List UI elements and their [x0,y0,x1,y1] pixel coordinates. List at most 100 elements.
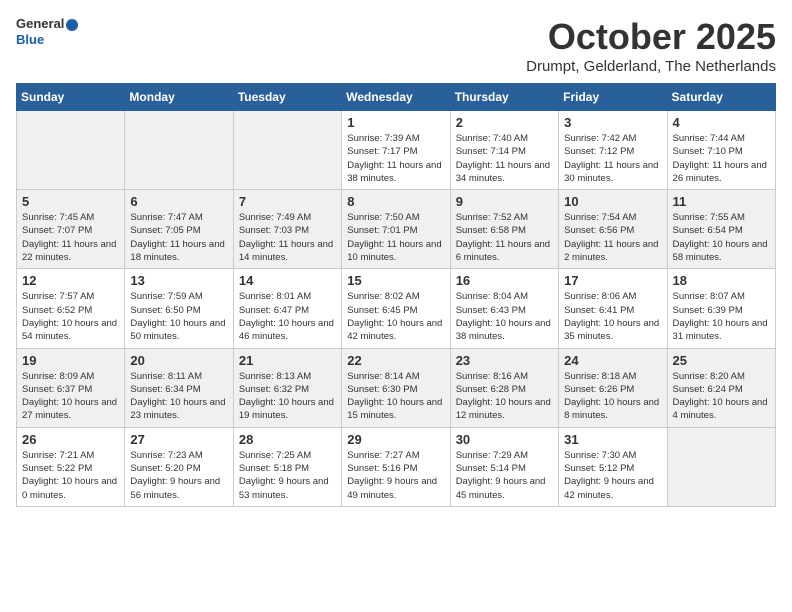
calendar-cell: 17Sunrise: 8:06 AM Sunset: 6:41 PM Dayli… [559,269,667,348]
day-of-week-header: Monday [125,84,233,111]
day-of-week-header: Sunday [17,84,125,111]
calendar-cell: 12 Sunrise: 7:57 AM Sunset: 6:52 PM Dayli… [17,269,125,348]
day-info: Sunrise: 7:42 AM Sunset: 7:12 PM Dayligh… [564,132,661,185]
day-number: 9 [456,194,553,209]
day-info: Sunrise: 8:07 AM Sunset: 6:39 PM Dayligh… [673,290,770,343]
logo-blue-text: Blue [16,32,78,48]
day-number: 24 [564,353,661,368]
day-number: 17 [564,273,661,288]
day-of-week-header: Thursday [450,84,558,111]
day-number: 28 [239,432,336,447]
calendar-cell: 26Sunrise: 7:21 AM Sunset: 5:22 PM Dayli… [17,427,125,506]
day-number: 3 [564,115,661,130]
day-info: Sunrise: 7:27 AM Sunset: 5:16 PM Dayligh… [347,449,444,502]
calendar-cell: 16Sunrise: 8:04 AM Sunset: 6:43 PM Dayli… [450,269,558,348]
logo-icon [66,19,78,31]
day-info: Sunrise: 7:50 AM Sunset: 7:01 PM Dayligh… [347,211,444,264]
day-number: 1 [347,115,444,130]
calendar-cell: 21 Sunrise: 8:13 AM Sunset: 6:32 PM Dayli… [233,348,341,427]
day-number: 12 [22,273,119,288]
day-info: Sunrise: 8:13 AM Sunset: 6:32 PM Dayligh… [239,370,336,423]
logo: General Blue [16,16,78,47]
calendar-cell: 14Sunrise: 8:01 AM Sunset: 6:47 PM Dayli… [233,269,341,348]
calendar-cell: 24 Sunrise: 8:18 AM Sunset: 6:26 PM Dayli… [559,348,667,427]
header-row: SundayMondayTuesdayWednesdayThursdayFrid… [17,84,776,111]
calendar-cell: 9 Sunrise: 7:52 AM Sunset: 6:58 PM Daylig… [450,190,558,269]
day-number: 18 [673,273,770,288]
day-number: 6 [130,194,227,209]
calendar-cell: 13 Sunrise: 7:59 AM Sunset: 6:50 PM Dayli… [125,269,233,348]
day-info: Sunrise: 7:52 AM Sunset: 6:58 PM Dayligh… [456,211,553,264]
calendar-cell: 19 Sunrise: 8:09 AM Sunset: 6:37 PM Dayli… [17,348,125,427]
day-number: 29 [347,432,444,447]
calendar-cell [17,111,125,190]
calendar-cell: 27Sunrise: 7:23 AM Sunset: 5:20 PM Dayli… [125,427,233,506]
calendar-cell: 5 Sunrise: 7:45 AM Sunset: 7:07 PM Daylig… [17,190,125,269]
day-number: 2 [456,115,553,130]
day-of-week-header: Tuesday [233,84,341,111]
day-number: 5 [22,194,119,209]
day-info: Sunrise: 8:04 AM Sunset: 6:43 PM Dayligh… [456,290,553,343]
day-number: 26 [22,432,119,447]
calendar-week-row: 26Sunrise: 7:21 AM Sunset: 5:22 PM Dayli… [17,427,776,506]
day-number: 8 [347,194,444,209]
day-info: Sunrise: 8:02 AM Sunset: 6:45 PM Dayligh… [347,290,444,343]
calendar-body: 1 Sunrise: 7:39 AM Sunset: 7:17 PM Daylig… [17,111,776,507]
day-number: 25 [673,353,770,368]
day-info: Sunrise: 7:30 AM Sunset: 5:12 PM Dayligh… [564,449,661,502]
day-info: Sunrise: 7:47 AM Sunset: 7:05 PM Dayligh… [130,211,227,264]
day-number: 30 [456,432,553,447]
day-info: Sunrise: 7:39 AM Sunset: 7:17 PM Dayligh… [347,132,444,185]
day-number: 4 [673,115,770,130]
day-number: 21 [239,353,336,368]
day-of-week-header: Saturday [667,84,775,111]
calendar-week-row: 19 Sunrise: 8:09 AM Sunset: 6:37 PM Dayli… [17,348,776,427]
calendar-table: SundayMondayTuesdayWednesdayThursdayFrid… [16,83,776,507]
day-info: Sunrise: 8:01 AM Sunset: 6:47 PM Dayligh… [239,290,336,343]
day-info: Sunrise: 7:25 AM Sunset: 5:18 PM Dayligh… [239,449,336,502]
calendar-cell: 3 Sunrise: 7:42 AM Sunset: 7:12 PM Daylig… [559,111,667,190]
calendar-cell: 4Sunrise: 7:44 AM Sunset: 7:10 PM Daylig… [667,111,775,190]
logo-top: General [16,16,78,32]
day-number: 27 [130,432,227,447]
calendar-cell: 7 Sunrise: 7:49 AM Sunset: 7:03 PM Daylig… [233,190,341,269]
day-of-week-header: Wednesday [342,84,450,111]
calendar-week-row: 12 Sunrise: 7:57 AM Sunset: 6:52 PM Dayli… [17,269,776,348]
month-title: October 2025 [526,16,776,58]
day-info: Sunrise: 7:59 AM Sunset: 6:50 PM Dayligh… [130,290,227,343]
title-area: October 2025 Drumpt, Gelderland, The Net… [526,16,776,75]
calendar-cell: 10 Sunrise: 7:54 AM Sunset: 6:56 PM Dayli… [559,190,667,269]
calendar-cell: 20Sunrise: 8:11 AM Sunset: 6:34 PM Dayli… [125,348,233,427]
calendar-cell: 29 Sunrise: 7:27 AM Sunset: 5:16 PM Dayli… [342,427,450,506]
day-info: Sunrise: 7:55 AM Sunset: 6:54 PM Dayligh… [673,211,770,264]
calendar-header: SundayMondayTuesdayWednesdayThursdayFrid… [17,84,776,111]
day-info: Sunrise: 8:11 AM Sunset: 6:34 PM Dayligh… [130,370,227,423]
calendar-cell: 31Sunrise: 7:30 AM Sunset: 5:12 PM Dayli… [559,427,667,506]
day-info: Sunrise: 8:18 AM Sunset: 6:26 PM Dayligh… [564,370,661,423]
calendar-week-row: 1 Sunrise: 7:39 AM Sunset: 7:17 PM Daylig… [17,111,776,190]
calendar-cell [233,111,341,190]
day-number: 23 [456,353,553,368]
day-info: Sunrise: 8:14 AM Sunset: 6:30 PM Dayligh… [347,370,444,423]
calendar-cell: 30 Sunrise: 7:29 AM Sunset: 5:14 PM Dayli… [450,427,558,506]
calendar-cell: 2Sunrise: 7:40 AM Sunset: 7:14 PM Daylig… [450,111,558,190]
day-number: 19 [22,353,119,368]
day-info: Sunrise: 7:29 AM Sunset: 5:14 PM Dayligh… [456,449,553,502]
day-number: 11 [673,194,770,209]
day-info: Sunrise: 8:09 AM Sunset: 6:37 PM Dayligh… [22,370,119,423]
day-info: Sunrise: 7:49 AM Sunset: 7:03 PM Dayligh… [239,211,336,264]
day-number: 22 [347,353,444,368]
location-subtitle: Drumpt, Gelderland, The Netherlands [526,58,776,75]
day-info: Sunrise: 7:57 AM Sunset: 6:52 PM Dayligh… [22,290,119,343]
day-info: Sunrise: 7:45 AM Sunset: 7:07 PM Dayligh… [22,211,119,264]
calendar-cell: 15Sunrise: 8:02 AM Sunset: 6:45 PM Dayli… [342,269,450,348]
calendar-week-row: 5 Sunrise: 7:45 AM Sunset: 7:07 PM Daylig… [17,190,776,269]
day-number: 10 [564,194,661,209]
day-info: Sunrise: 7:54 AM Sunset: 6:56 PM Dayligh… [564,211,661,264]
day-info: Sunrise: 8:20 AM Sunset: 6:24 PM Dayligh… [673,370,770,423]
calendar-cell: 6 Sunrise: 7:47 AM Sunset: 7:05 PM Daylig… [125,190,233,269]
day-number: 7 [239,194,336,209]
calendar-cell: 18 Sunrise: 8:07 AM Sunset: 6:39 PM Dayli… [667,269,775,348]
day-of-week-header: Friday [559,84,667,111]
day-number: 13 [130,273,227,288]
